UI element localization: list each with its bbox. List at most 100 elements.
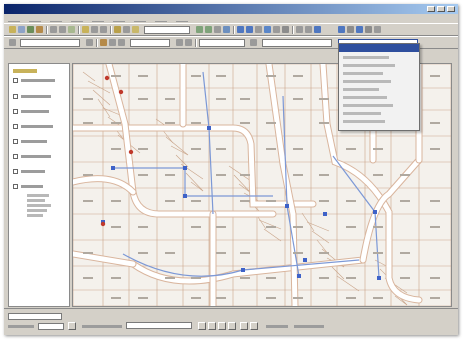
dropdown-option[interactable] [343, 56, 389, 59]
open-icon[interactable] [18, 26, 25, 33]
full-extent-icon[interactable] [223, 26, 230, 33]
previous-page-button[interactable] [208, 322, 216, 330]
export-button[interactable] [250, 322, 258, 330]
layer-row[interactable] [13, 109, 49, 114]
layer-select[interactable] [20, 39, 80, 47]
dropdown-option[interactable] [343, 72, 383, 75]
menu-item-8[interactable] [155, 16, 167, 22]
close-button[interactable] [447, 6, 455, 12]
select-box-icon[interactable] [246, 26, 253, 33]
dropdown-option[interactable] [343, 120, 385, 123]
sketch-icon[interactable] [314, 26, 321, 33]
parcel-label [400, 252, 410, 254]
dropdown-option[interactable] [343, 64, 395, 67]
table-icon[interactable] [365, 26, 372, 33]
menu-item-6[interactable] [113, 16, 125, 22]
dropdown-arrow-icon[interactable] [86, 39, 93, 46]
search-input[interactable] [262, 39, 332, 47]
navigation-input[interactable] [126, 322, 192, 329]
identify-icon[interactable] [114, 26, 121, 33]
layer-row[interactable] [13, 184, 43, 189]
overview-icon[interactable] [338, 26, 345, 33]
cut-icon[interactable] [50, 26, 57, 33]
new-icon[interactable] [9, 26, 16, 33]
menu-item-9[interactable] [176, 16, 188, 22]
layer-checkbox[interactable] [13, 169, 18, 174]
last-page-button[interactable] [228, 322, 236, 330]
scale-field[interactable] [144, 26, 190, 34]
layer-name [21, 155, 51, 158]
measure-icon[interactable] [123, 26, 130, 33]
layer-checkbox[interactable] [13, 109, 18, 114]
parcel-label [216, 98, 226, 100]
paste-icon[interactable] [68, 26, 75, 33]
dropdown-option[interactable] [343, 96, 387, 99]
attribute-field[interactable] [199, 39, 245, 47]
minimize-button[interactable] [427, 6, 435, 12]
parcel-label [83, 174, 93, 176]
layer-row[interactable] [13, 94, 51, 99]
layer-row[interactable] [13, 124, 53, 129]
arrow-icon[interactable] [9, 39, 16, 46]
first-page-button[interactable] [198, 322, 206, 330]
layer-row[interactable] [13, 169, 45, 174]
magnifier-icon[interactable] [347, 26, 354, 33]
draw-icon[interactable] [100, 39, 107, 46]
print-icon[interactable] [36, 26, 43, 33]
layer-row[interactable] [13, 154, 51, 159]
copy-icon[interactable] [59, 26, 66, 33]
layer-row[interactable] [13, 78, 55, 83]
info-icon[interactable] [264, 26, 271, 33]
layer-checkbox[interactable] [13, 78, 18, 83]
hyperlink-icon[interactable] [273, 26, 280, 33]
chart-icon[interactable] [374, 26, 381, 33]
dropdown-option[interactable] [343, 80, 391, 83]
font-icon[interactable] [118, 39, 125, 46]
layer-checkbox[interactable] [13, 94, 18, 99]
parcel-label [346, 277, 356, 279]
menu-item-7[interactable] [134, 16, 146, 22]
title-bar[interactable] [4, 4, 458, 14]
menu-item-1[interactable] [8, 16, 20, 22]
undo-icon[interactable] [91, 26, 98, 33]
parcel-line [92, 89, 111, 106]
menu-item-5[interactable] [92, 16, 104, 22]
select-icon[interactable] [237, 26, 244, 33]
bookmark-icon[interactable] [356, 26, 363, 33]
dropdown-option[interactable] [343, 104, 393, 107]
zoom-out-icon[interactable] [205, 26, 212, 33]
menu-item-2[interactable] [29, 16, 41, 22]
clear-selection-icon[interactable] [255, 26, 262, 33]
redo-icon[interactable] [100, 26, 107, 33]
italic-icon[interactable] [185, 39, 192, 46]
dropdown-selected-option[interactable] [339, 44, 419, 52]
bold-icon[interactable] [176, 39, 183, 46]
layer-icon[interactable] [82, 26, 89, 33]
dropdown-option[interactable] [343, 112, 381, 115]
menu-item-3[interactable] [50, 16, 62, 22]
filter-icon[interactable] [250, 39, 257, 46]
vertex-icon[interactable] [305, 26, 312, 33]
edit-icon[interactable] [296, 26, 303, 33]
maximize-button[interactable] [437, 6, 445, 12]
layer-checkbox[interactable] [13, 154, 18, 159]
zoom-dropdown-button[interactable] [68, 322, 76, 330]
zoom-in-icon[interactable] [196, 26, 203, 33]
pan-icon[interactable] [214, 26, 221, 33]
text-icon[interactable] [109, 39, 116, 46]
layer-checkbox[interactable] [13, 124, 18, 129]
menu-item-4[interactable] [71, 16, 83, 22]
font-size-field[interactable] [130, 39, 170, 47]
save-icon[interactable] [27, 26, 34, 33]
layer-checkbox[interactable] [13, 184, 18, 189]
next-page-button[interactable] [218, 322, 226, 330]
parcel-label [191, 297, 201, 299]
find-icon[interactable] [132, 26, 139, 33]
dropdown-option[interactable] [343, 88, 379, 91]
layer-checkbox[interactable] [13, 139, 18, 144]
layer-row[interactable] [13, 139, 47, 144]
parcel-label [165, 98, 175, 100]
refresh-icon[interactable] [282, 26, 289, 33]
print-button[interactable] [240, 322, 248, 330]
zoom-field[interactable] [38, 323, 64, 330]
